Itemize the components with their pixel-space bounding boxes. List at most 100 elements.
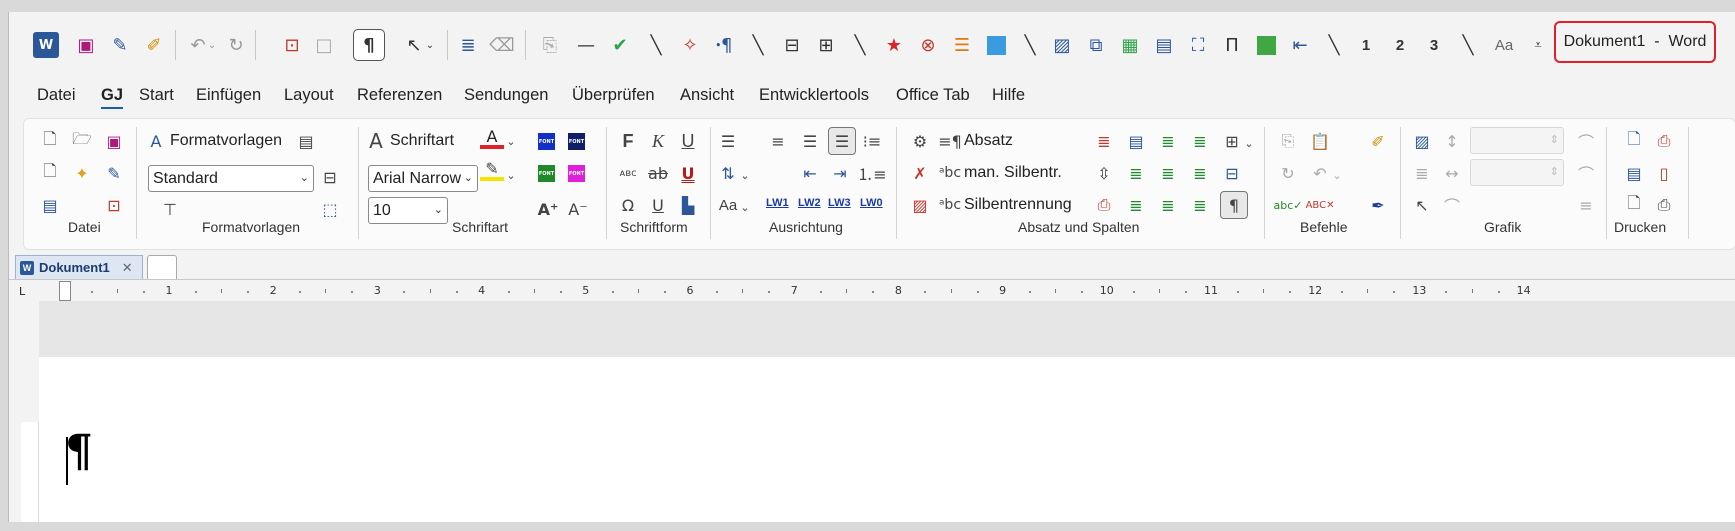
- highlight-icon[interactable]: ✎: [480, 159, 504, 181]
- height-input[interactable]: ⇕: [1470, 127, 1564, 154]
- open-folder-icon[interactable]: 🗁: [70, 129, 94, 153]
- styles-icon[interactable]: A: [144, 129, 168, 153]
- bullets-icon[interactable]: ⁝≡: [860, 129, 884, 153]
- space-after-icon[interactable]: ≣: [1188, 129, 1212, 153]
- wrap-front-icon[interactable]: ≡: [1574, 193, 1598, 217]
- spellcheck-icon[interactable]: abc✓: [1274, 193, 1303, 217]
- tab-sendungen[interactable]: Sendungen: [464, 86, 548, 105]
- new-document-icon[interactable]: 🗋: [38, 129, 62, 153]
- font-color-icon[interactable]: A: [480, 127, 504, 149]
- change-case-icon[interactable]: Aa: [716, 193, 740, 217]
- green-square-icon[interactable]: [1253, 32, 1279, 58]
- undo-dropdown-icon[interactable]: ⌄: [1330, 163, 1344, 187]
- columns-layout-icon[interactable]: ▤: [1124, 129, 1148, 153]
- save-icon[interactable]: ▣: [102, 129, 126, 153]
- diagonal-line-icon[interactable]: ╲: [1017, 32, 1043, 58]
- numbering-icon[interactable]: ⒈≡: [857, 161, 886, 185]
- tab-hilfe[interactable]: Hilfe: [992, 86, 1025, 105]
- change-case-dropdown-icon[interactable]: ⌄: [738, 195, 752, 219]
- document-page[interactable]: [39, 357, 1735, 522]
- pilcrow-toggle-icon[interactable]: ¶: [353, 29, 385, 61]
- align-center-icon[interactable]: ≡: [766, 129, 790, 153]
- omega-icon[interactable]: Ω: [616, 193, 640, 217]
- line-spacing-3pt-icon[interactable]: ≣: [1156, 161, 1180, 185]
- shrink-font-icon[interactable]: A⁻: [566, 197, 590, 221]
- width-icon[interactable]: ↔: [1440, 161, 1464, 185]
- diagonal-line-icon[interactable]: ╲: [643, 32, 669, 58]
- frame-icon[interactable]: ⊟: [1220, 161, 1244, 185]
- print-setup-icon[interactable]: ▤: [1622, 161, 1646, 185]
- formatvorlagen-button[interactable]: Formatvorlagen: [170, 132, 282, 150]
- print-preview-icon[interactable]: 🗋: [1622, 129, 1646, 153]
- number-1-button[interactable]: 1: [1353, 32, 1379, 58]
- silbentr-button[interactable]: man. Silbentr.: [964, 164, 1062, 182]
- absatz-button[interactable]: Absatz: [964, 132, 1013, 150]
- image-icon[interactable]: ▨: [1049, 32, 1075, 58]
- align-right-icon[interactable]: ☰: [798, 129, 822, 153]
- special-char-icon[interactable]: ꞏ¶: [711, 32, 737, 58]
- image-swap-icon[interactable]: ⧉: [1083, 32, 1109, 58]
- spacing-6pt-icon[interactable]: ≣: [1156, 193, 1180, 217]
- image-green-icon[interactable]: ▦: [1117, 32, 1143, 58]
- tab-layout[interactable]: Layout: [284, 86, 334, 105]
- decrease-indent-icon[interactable]: ⇤: [798, 161, 822, 185]
- properties-icon[interactable]: ▤: [38, 193, 62, 217]
- spacing-icon[interactable]: ≣: [1092, 129, 1116, 153]
- font-navy-icon[interactable]: FONT: [568, 133, 585, 150]
- tab-gj[interactable]: GJ: [101, 86, 124, 109]
- select-object-icon[interactable]: ↖: [1410, 193, 1434, 217]
- undo-dropdown-icon[interactable]: ⌄: [205, 32, 219, 58]
- stop-icon[interactable]: □: [311, 32, 337, 58]
- tab-office-tab[interactable]: Office Tab: [896, 86, 970, 105]
- lw2-button[interactable]: LW2: [798, 197, 821, 209]
- font-blue-icon[interactable]: FONT: [538, 133, 555, 150]
- no-hyphen-icon[interactable]: ✗: [908, 161, 932, 185]
- tab-referenzen[interactable]: Referenzen: [357, 86, 442, 105]
- tab-start[interactable]: Start: [139, 86, 174, 105]
- wrap-square-icon[interactable]: ⌒: [1574, 161, 1598, 185]
- tab-datei[interactable]: Datei: [37, 86, 76, 105]
- align-left-icon[interactable]: ☰: [716, 129, 740, 153]
- line-spacing-1pt-icon[interactable]: ≣: [1124, 161, 1148, 185]
- record-macro-icon[interactable]: ⊡: [279, 32, 305, 58]
- strikethrough-icon[interactable]: ab: [646, 161, 670, 185]
- pdf-icon[interactable]: ⎙: [1652, 129, 1676, 153]
- space-before-icon[interactable]: ≣: [1156, 129, 1180, 153]
- spacing-2pt-icon[interactable]: ≣: [1124, 193, 1148, 217]
- stack-lines-icon[interactable]: ☰: [949, 32, 975, 58]
- lw3-button[interactable]: LW3: [828, 197, 851, 209]
- undo-gray-icon[interactable]: ↶: [1308, 161, 1332, 185]
- blue-square-icon[interactable]: [983, 32, 1009, 58]
- grow-font-icon[interactable]: A⁺: [536, 197, 560, 221]
- copy-format-icon[interactable]: ⎘: [537, 32, 563, 58]
- underline-words-icon[interactable]: U: [646, 193, 670, 217]
- tab-ueberpruefen[interactable]: Überprüfen: [572, 86, 655, 105]
- page-break-icon[interactable]: ⎙: [1092, 193, 1116, 217]
- hyphenation-image-icon[interactable]: ▨: [908, 193, 932, 217]
- remove-link-icon[interactable]: ⊗: [915, 32, 941, 58]
- text-direction-dropdown-icon[interactable]: ⌄: [738, 163, 752, 187]
- spellcheck-off-icon[interactable]: ABC✕: [1306, 193, 1335, 217]
- cursor-star-icon[interactable]: ✧: [677, 32, 703, 58]
- format-brush-icon[interactable]: ⊤: [158, 197, 182, 221]
- redo-gray-icon[interactable]: ↻: [1276, 161, 1300, 185]
- font-select[interactable]: Arial Narrow ⌄: [368, 165, 478, 192]
- brush-icon[interactable]: ✐: [1366, 129, 1390, 153]
- line-numbers-icon[interactable]: ≣: [455, 32, 481, 58]
- translate-pen-icon[interactable]: ✒: [1366, 193, 1390, 217]
- red-star-icon[interactable]: ★: [881, 32, 907, 58]
- check-circle-icon[interactable]: ✔: [607, 32, 633, 58]
- save-as-icon[interactable]: ✎: [102, 161, 126, 185]
- lw1-button[interactable]: LW1: [766, 197, 789, 209]
- wrap-text-icon[interactable]: ≣: [1410, 161, 1434, 185]
- printer-icon[interactable]: ⎙: [1652, 193, 1676, 217]
- horizontal-line-icon[interactable]: —: [573, 32, 599, 58]
- tab-ansicht[interactable]: Ansicht: [680, 86, 734, 105]
- crop-icon[interactable]: ⛶: [1185, 32, 1211, 58]
- borders-dropdown-icon[interactable]: ⌄: [1242, 131, 1256, 155]
- paste-icon[interactable]: 📋: [1308, 129, 1332, 153]
- eraser-icon[interactable]: ⌫: [489, 32, 515, 58]
- pi-icon[interactable]: Π: [1219, 32, 1245, 58]
- new-from-template-icon[interactable]: ✦: [70, 161, 94, 185]
- close-tab-icon[interactable]: ✕: [122, 260, 133, 276]
